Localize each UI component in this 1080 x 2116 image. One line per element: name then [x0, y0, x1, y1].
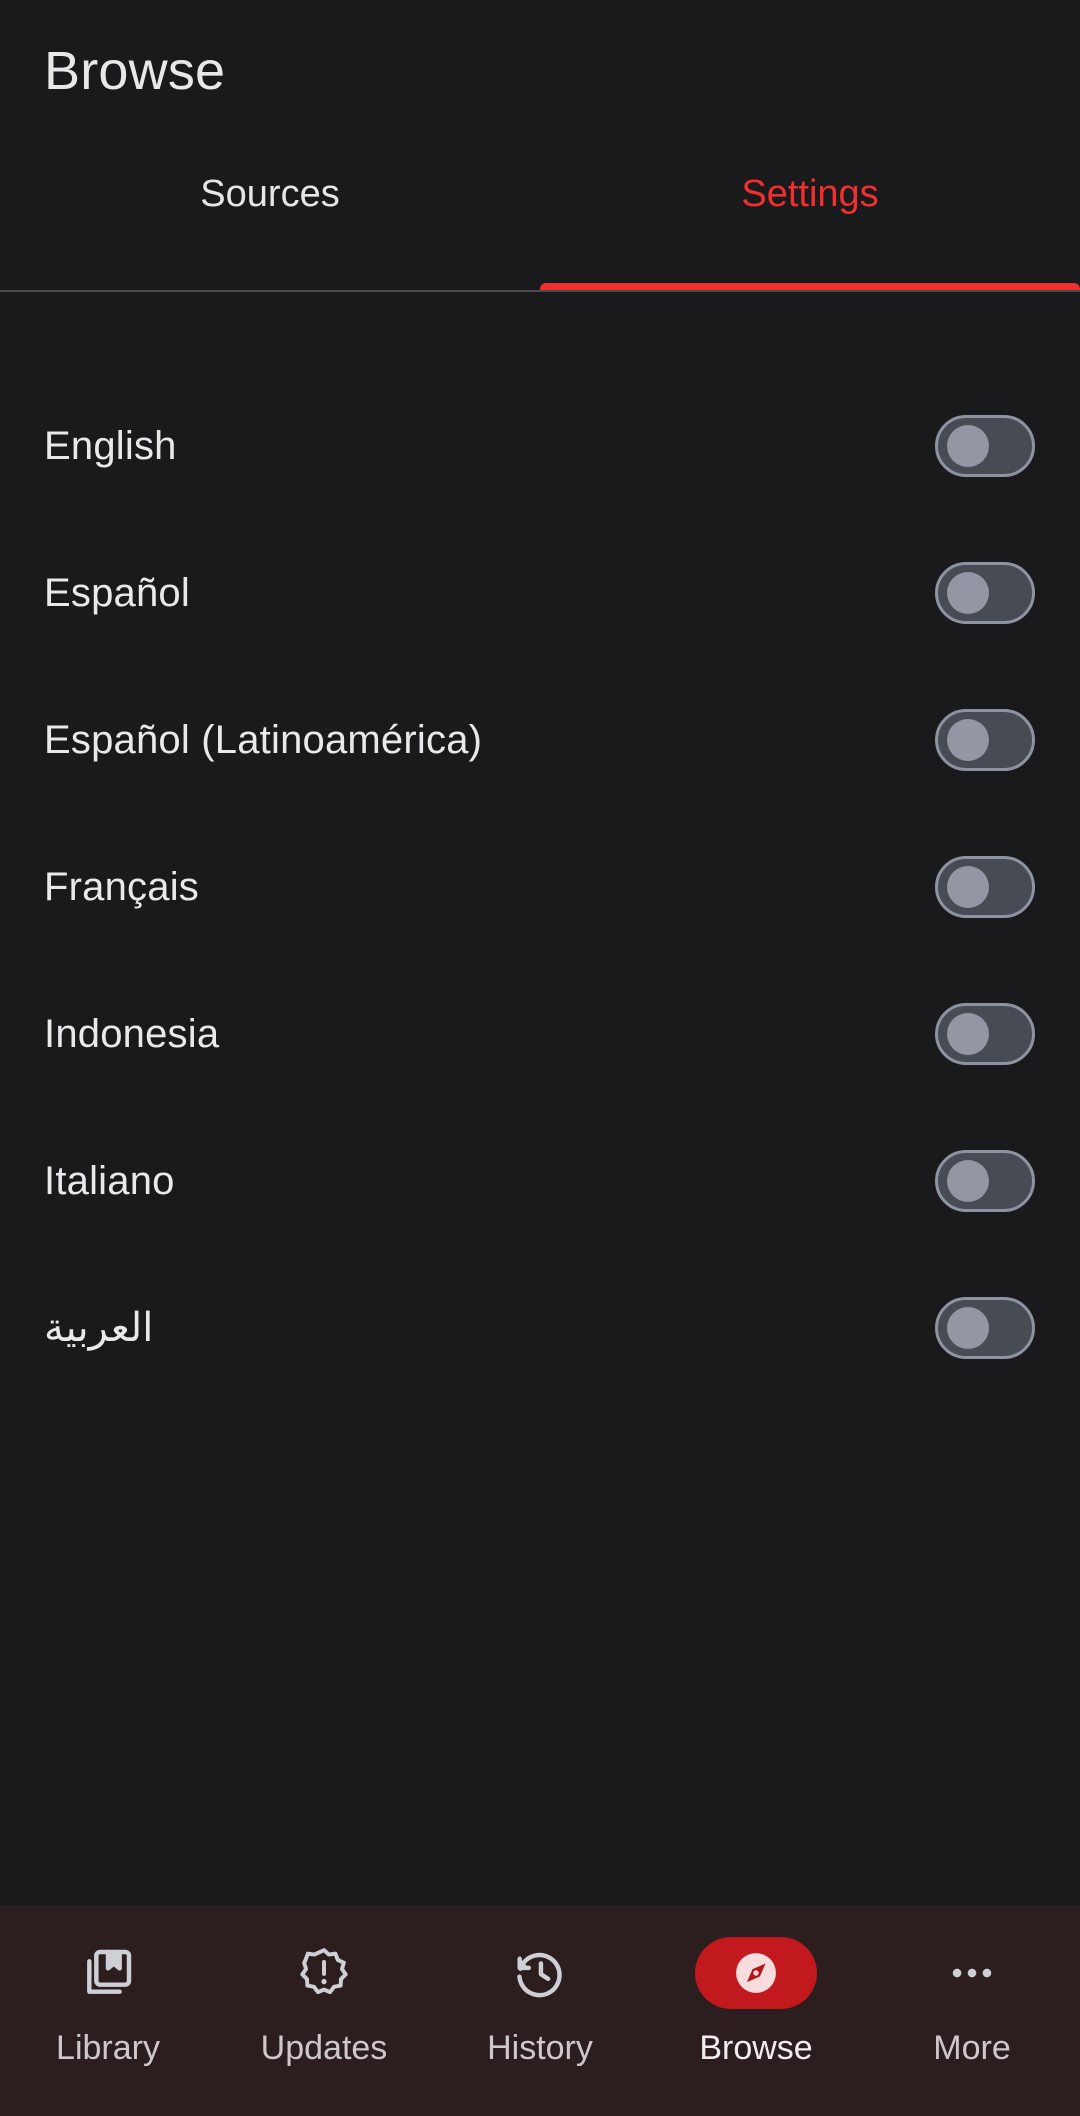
nav-item-library-label: Library [56, 2029, 160, 2067]
toggle-thumb [947, 1306, 989, 1349]
history-clock-icon [512, 1945, 568, 2001]
list-item[interactable]: Español (Latinoamérica) [0, 666, 1080, 813]
list-item[interactable]: Español [0, 519, 1080, 666]
list-item[interactable]: Indonesia [0, 960, 1080, 1107]
language-toggle[interactable] [935, 708, 1035, 771]
more-horizontal-icon [944, 1945, 1000, 2001]
list-item[interactable]: Français [0, 813, 1080, 960]
list-item[interactable]: العربية [0, 1254, 1080, 1401]
new-releases-icon [296, 1945, 352, 2001]
language-toggle[interactable] [935, 1296, 1035, 1359]
language-label: Italiano [44, 1158, 175, 1203]
updates-icon-container [263, 1937, 385, 2009]
explore-compass-icon [730, 1947, 782, 1999]
nav-item-updates[interactable]: Updates [216, 1937, 432, 2065]
nav-item-browse-label: Browse [699, 2029, 813, 2067]
nav-item-library[interactable]: Library [0, 1937, 216, 2065]
page-title: Browse [44, 41, 226, 101]
language-label: العربية [44, 1305, 154, 1350]
nav-item-more-label: More [933, 2029, 1011, 2067]
toggle-thumb [947, 424, 989, 467]
library-icon-container [47, 1937, 169, 2009]
language-toggle[interactable] [935, 414, 1035, 477]
language-label: Indonesia [44, 1011, 220, 1056]
list-item[interactable]: English [0, 372, 1080, 519]
tab-sources[interactable]: Sources [0, 120, 540, 292]
tab-bar: Sources Settings [0, 120, 1080, 292]
more-icon-container [911, 1937, 1033, 2009]
language-toggle[interactable] [935, 561, 1035, 624]
nav-item-history-label: History [487, 2029, 593, 2067]
language-list: English Español Español (Latinoamérica) … [0, 292, 1080, 1905]
tab-sources-label: Sources [200, 173, 340, 215]
bottom-navigation-bar: Library Updates History Browse More [0, 1905, 1080, 2116]
history-icon-container [479, 1937, 601, 2009]
language-toggle[interactable] [935, 1002, 1035, 1065]
list-item[interactable]: Italiano [0, 1107, 1080, 1254]
language-label: Español (Latinoamérica) [44, 717, 483, 762]
tab-settings-label: Settings [741, 173, 879, 215]
collections-bookmark-icon [80, 1945, 136, 2001]
toggle-thumb [947, 865, 989, 908]
toggle-thumb [947, 571, 989, 614]
language-toggle[interactable] [935, 1149, 1035, 1212]
language-toggle[interactable] [935, 855, 1035, 918]
tab-settings[interactable]: Settings [540, 120, 1080, 292]
app-header: Browse [0, 0, 1080, 120]
nav-item-updates-label: Updates [260, 2029, 388, 2067]
language-label: Español [44, 570, 190, 615]
nav-item-more[interactable]: More [864, 1937, 1080, 2065]
browse-icon-container [695, 1937, 817, 2009]
tab-bar-divider [0, 290, 1080, 292]
nav-item-browse[interactable]: Browse [648, 1937, 864, 2065]
toggle-thumb [947, 718, 989, 761]
nav-item-history[interactable]: History [432, 1937, 648, 2065]
language-label: English [44, 423, 177, 468]
toggle-thumb [947, 1012, 989, 1055]
language-label: Français [44, 864, 199, 909]
toggle-thumb [947, 1159, 989, 1202]
browse-settings-screen: Browse Sources Settings English Español … [0, 0, 1080, 2116]
